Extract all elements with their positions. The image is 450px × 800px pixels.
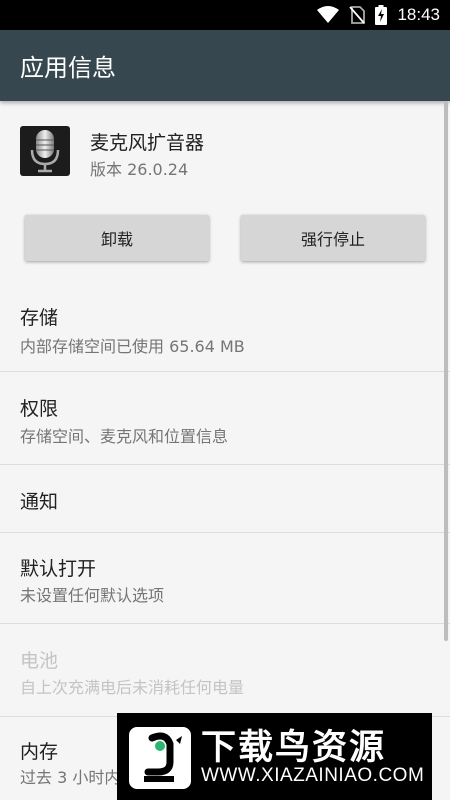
- settings-item-subtitle: 过去 3 小时内: [20, 768, 121, 787]
- app-header: 麦克风扩音器 版本 26.0.24: [0, 101, 450, 201]
- settings-item-title: 存储: [20, 307, 59, 329]
- settings-item-title: 默认打开: [20, 558, 97, 580]
- battery-charging-icon: [375, 5, 388, 25]
- watermark-title: 下载鸟资源: [201, 728, 387, 768]
- wifi-icon: [317, 6, 340, 24]
- settings-item-subtitle: 内部存储空间已使用 65.64 MB: [20, 337, 245, 356]
- settings-item-permissions[interactable]: 权限 存储空间、麦克风和位置信息: [0, 372, 450, 464]
- watermark-url: WWW.XIAZAINIAO.COM: [201, 765, 425, 786]
- settings-item-subtitle: 未设置任何默认选项: [20, 586, 165, 605]
- page-title: 应用信息: [20, 54, 116, 82]
- app-name: 麦克风扩音器: [90, 132, 205, 154]
- app-info-content: 麦克风扩音器 版本 26.0.24 卸载 强行停止 存储 内部存储空间已使用 6…: [0, 101, 450, 800]
- settings-item-subtitle: 自上次充满电后未消耗任何电量: [20, 678, 245, 697]
- bird-logo-icon: [129, 727, 191, 789]
- settings-item-open-by-default[interactable]: 默认打开 未设置任何默认选项: [0, 533, 450, 623]
- app-version: 版本 26.0.24: [90, 160, 189, 179]
- settings-item-storage[interactable]: 存储 内部存储空间已使用 65.64 MB: [0, 288, 450, 371]
- app-bar: 应用信息: [0, 30, 450, 101]
- settings-item-title: 电池: [20, 650, 59, 672]
- scrollbar[interactable]: [444, 101, 448, 641]
- microphone-icon: [20, 126, 70, 176]
- settings-item-subtitle: 存储空间、麦克风和位置信息: [20, 427, 229, 446]
- settings-item-notifications[interactable]: 通知: [0, 465, 450, 532]
- status-bar: 18:43: [0, 0, 450, 30]
- settings-item-battery: 电池 自上次充满电后未消耗任何电量: [0, 624, 450, 716]
- settings-item-title: 通知: [20, 491, 59, 513]
- watermark: 下载鸟资源 WWW.XIAZAINIAO.COM: [117, 713, 432, 800]
- settings-item-title: 内存: [20, 741, 59, 763]
- status-time: 18:43: [397, 5, 440, 24]
- no-sim-icon: [349, 6, 366, 24]
- force-stop-button[interactable]: 强行停止: [241, 215, 425, 261]
- uninstall-button[interactable]: 卸载: [25, 215, 209, 261]
- settings-item-title: 权限: [20, 398, 59, 420]
